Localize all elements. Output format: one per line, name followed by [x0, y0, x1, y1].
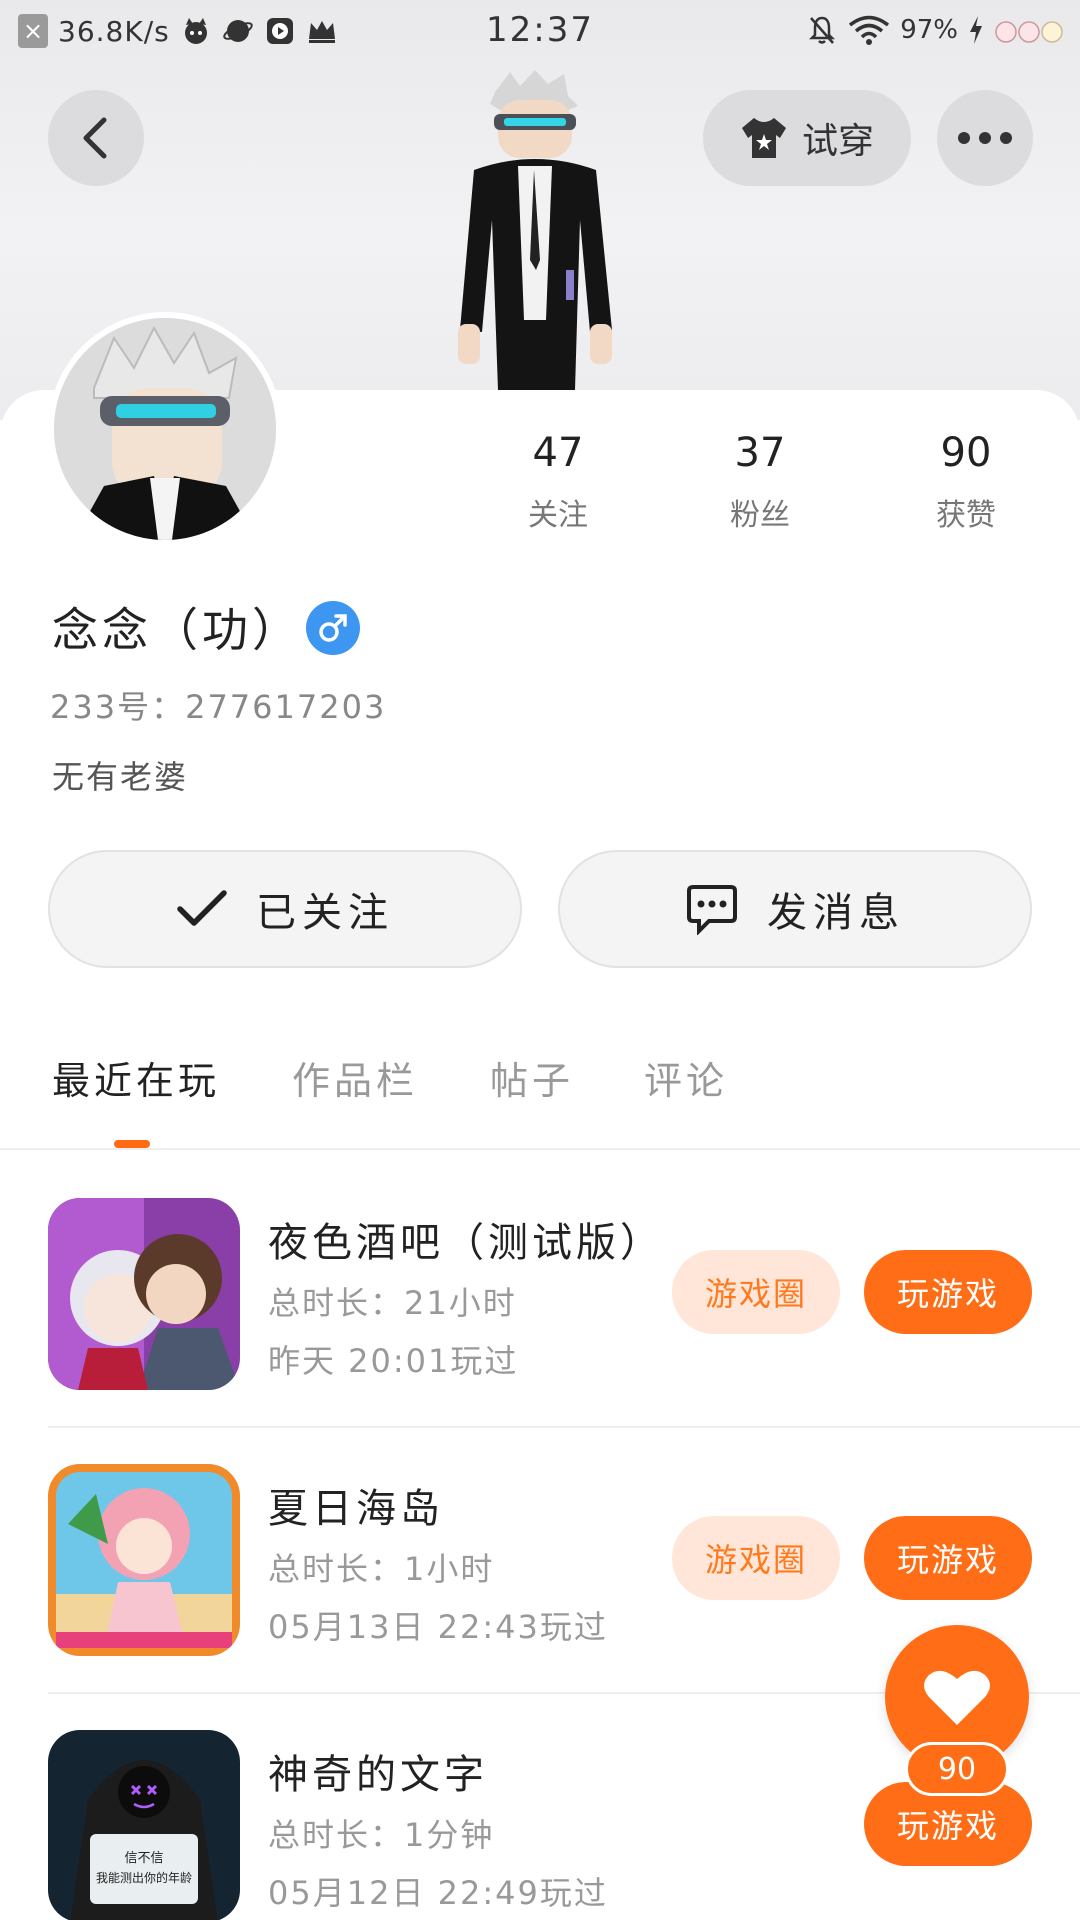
- status-bar: × 36.8K/s 12:37 97%: [0, 0, 1080, 66]
- wifi-icon: [849, 15, 890, 45]
- avatar-character-image: [54, 318, 276, 540]
- checkmark-icon: [177, 890, 227, 926]
- tab-works[interactable]: 作品栏: [292, 1050, 418, 1105]
- game-play-duration: 总时长：1小时: [268, 1550, 495, 1588]
- thumb-text-line-2: 我能测出你的年龄: [96, 1870, 192, 1885]
- tab-recently-played[interactable]: 最近在玩: [52, 1050, 220, 1105]
- followed-label: 已关注: [256, 890, 394, 936]
- like-count-badge: 90: [905, 1742, 1009, 1796]
- game-circle-button[interactable]: 游戏圈: [672, 1250, 840, 1334]
- following-label: 关注: [528, 498, 588, 533]
- game-title: 夏日海岛: [268, 1486, 444, 1532]
- game-last-played: 昨天 20:01玩过: [268, 1342, 519, 1380]
- back-button[interactable]: [48, 90, 144, 186]
- game-thumbnail[interactable]: 信不信 我能测出你的年龄: [48, 1730, 240, 1920]
- profile-bio: 无有老婆: [52, 758, 189, 796]
- game-title: 神奇的文字: [268, 1752, 488, 1798]
- more-dots-icon: [958, 132, 1012, 144]
- more-options-button[interactable]: [937, 90, 1033, 186]
- game-thumbnail[interactable]: [48, 1464, 240, 1656]
- tabs-divider: [0, 1148, 1080, 1150]
- row-divider: [48, 1426, 1080, 1428]
- followed-button[interactable]: 已关注: [48, 850, 522, 968]
- message-bubble-icon: [687, 885, 737, 935]
- game-last-played: 05月12日 22:49玩过: [268, 1874, 608, 1912]
- game-thumbnail[interactable]: [48, 1198, 240, 1390]
- user-id[interactable]: 233号：277617203: [50, 682, 386, 728]
- active-tab-indicator: [114, 1140, 150, 1148]
- profile-name: 念念（功）: [52, 603, 302, 657]
- chevron-left-icon: [83, 117, 107, 159]
- send-message-button[interactable]: 发消息: [558, 850, 1032, 968]
- followers-count: 37: [734, 430, 786, 476]
- thumb-text-line-1: 信不信: [124, 1851, 163, 1866]
- tab-comments[interactable]: 评论: [644, 1050, 728, 1105]
- following-count: 47: [532, 430, 584, 476]
- avatar[interactable]: [48, 312, 282, 546]
- game-last-played: 05月13日 22:43玩过: [268, 1608, 608, 1646]
- tab-posts[interactable]: 帖子: [490, 1050, 574, 1105]
- game-title: 夜色酒吧（测试版）: [268, 1220, 664, 1266]
- play-game-button[interactable]: 玩游戏: [864, 1516, 1032, 1600]
- game-item[interactable]: 夜色酒吧（测试版） 总时长：21小时 昨天 20:01玩过 游戏圈 玩游戏: [0, 1198, 1080, 1464]
- profile-tabs: 最近在玩 作品栏 帖子 评论: [0, 1050, 1080, 1150]
- stat-followers[interactable]: 37 粉丝: [680, 430, 840, 534]
- likes-label: 获赞: [936, 498, 996, 533]
- likes-count: 90: [940, 430, 992, 476]
- try-on-button[interactable]: 试穿: [703, 90, 911, 186]
- character-3d-figure: [458, 70, 612, 390]
- try-on-label: 试穿: [801, 121, 874, 162]
- charging-icon: [970, 16, 982, 44]
- followers-label: 粉丝: [730, 498, 790, 533]
- stat-likes[interactable]: 90 获赞: [886, 430, 1046, 534]
- game-play-duration: 总时长：21小时: [268, 1284, 517, 1322]
- stat-following[interactable]: 47 关注: [478, 430, 638, 534]
- tshirt-icon: [741, 118, 786, 158]
- play-game-button[interactable]: 玩游戏: [864, 1250, 1032, 1334]
- mute-bell-icon: [809, 16, 836, 44]
- game-circle-button[interactable]: 游戏圈: [672, 1516, 840, 1600]
- game-play-duration: 总时长：1分钟: [268, 1816, 495, 1854]
- heart-icon: [924, 1670, 990, 1725]
- male-gender-icon: [306, 601, 360, 655]
- sticker-faces-icon: [995, 21, 1063, 43]
- battery-level: 97%: [900, 15, 958, 45]
- send-message-label: 发消息: [767, 890, 905, 936]
